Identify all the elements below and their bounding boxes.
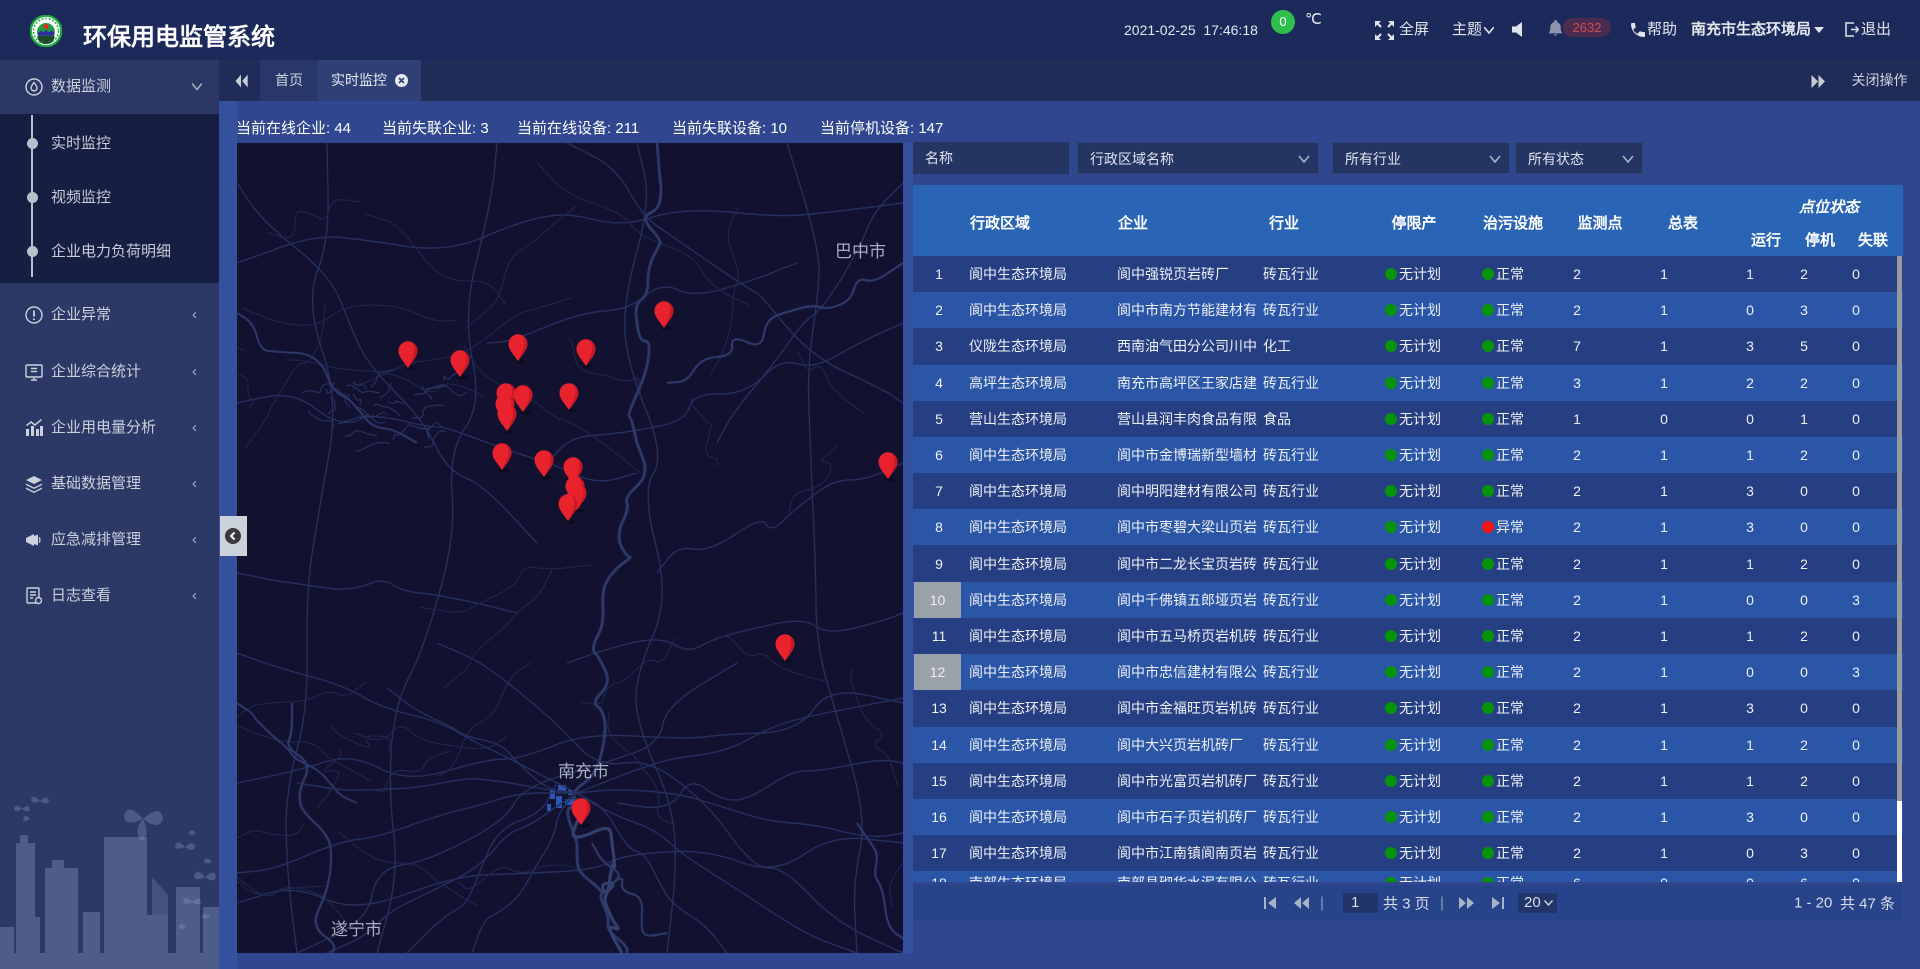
svg-text:巴中市: 巴中市	[835, 242, 886, 261]
svg-text:南充市: 南充市	[558, 762, 609, 781]
svg-text:遂宁市: 遂宁市	[331, 920, 382, 939]
